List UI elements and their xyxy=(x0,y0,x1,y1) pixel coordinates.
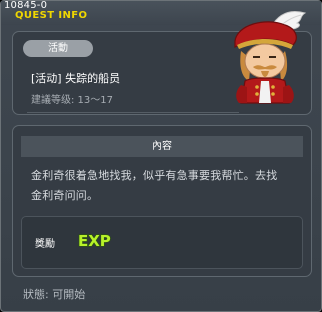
reward-box: 獎勵 EXP xyxy=(21,216,303,269)
divider xyxy=(27,112,239,113)
quest-status: 狀態: 可開始 xyxy=(23,288,86,301)
recommended-level: 建議等级: 13～17 xyxy=(31,95,113,106)
category-badge: 活動 xyxy=(23,40,93,57)
quest-name: [活动] 失踪的船员 xyxy=(31,72,121,85)
svg-text:EXP: EXP xyxy=(78,232,111,250)
quest-description: 金利奇很着急地找我，似乎有急事要我帮忙。去找 金利奇问问。 xyxy=(31,166,301,206)
content-header: 內容 xyxy=(21,136,303,157)
exp-icon: EXP xyxy=(77,231,111,250)
pirate-captain-portrait-icon xyxy=(234,11,307,104)
description-line: 金利奇问问。 xyxy=(31,189,99,202)
quest-content-panel: 內容 金利奇很着急地找我，似乎有急事要我帮忙。去找 金利奇问问。 獎勵 EXP xyxy=(12,125,312,277)
reward-label: 獎勵 xyxy=(35,239,55,250)
description-line: 金利奇很着急地找我，似乎有急事要我帮忙。去找 xyxy=(31,169,278,182)
quest-info-window: 10845-0 QUEST INFO 活動 [活动] 失踪的船员 建議等级: 1… xyxy=(0,0,322,312)
window-title: QUEST INFO xyxy=(15,10,88,21)
